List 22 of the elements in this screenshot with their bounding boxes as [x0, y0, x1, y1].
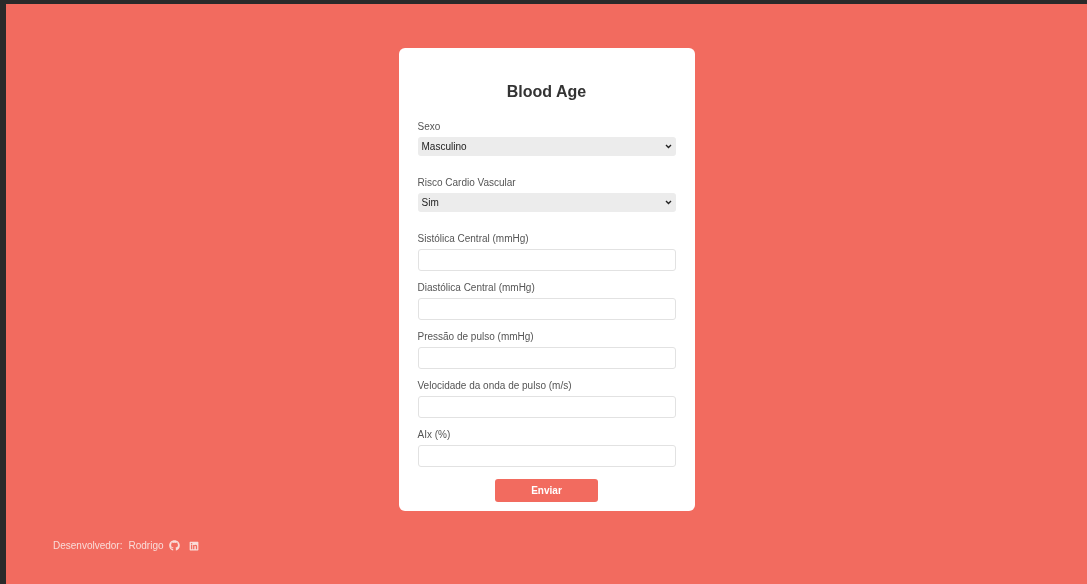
linkedin-icon[interactable] — [188, 540, 199, 551]
field-label: Sistólica Central (mmHg) — [417, 233, 530, 245]
chevron-down-icon — [664, 144, 672, 149]
github-icon[interactable] — [168, 540, 180, 551]
input-field[interactable] — [417, 396, 676, 418]
select-value: Sim — [421, 196, 439, 210]
select-value: Masculino — [421, 140, 467, 154]
field-label: AIx (%) — [417, 429, 452, 441]
field-label: Risco Cardio Vascular — [417, 177, 517, 189]
developer-label: Desenvolvedor: — [53, 539, 123, 553]
input-field[interactable] — [417, 445, 676, 467]
input-field[interactable] — [417, 347, 676, 369]
chevron-down-icon — [664, 200, 672, 205]
input-field[interactable] — [417, 298, 676, 320]
input-field[interactable] — [417, 249, 676, 271]
select-field[interactable]: Sim — [417, 193, 676, 212]
field-label: Velocidade da onda de pulso (m/s) — [417, 380, 573, 392]
field-label: Diastólica Central (mmHg) — [417, 282, 536, 294]
field-label: Pressão de pulso (mmHg) — [417, 331, 535, 343]
field-label: Sexo — [417, 121, 442, 133]
select-field[interactable]: Masculino — [417, 137, 676, 156]
form-title: Blood Age — [505, 82, 588, 102]
